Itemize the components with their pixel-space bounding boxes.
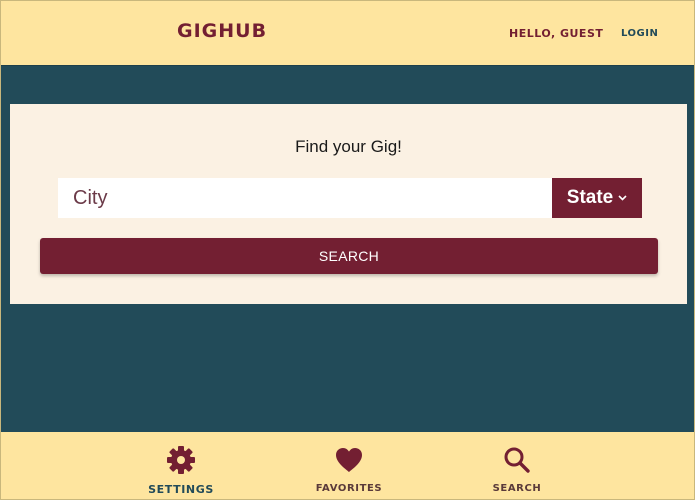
- nav-item-search[interactable]: SEARCH: [475, 432, 559, 499]
- chevron-down-icon: [617, 193, 627, 203]
- bottom-nav: SETTINGS FAVORITES SEARCH: [1, 432, 694, 499]
- user-greeting: HELLO, GUEST: [509, 27, 604, 40]
- search-card-title: Find your Gig!: [295, 137, 402, 156]
- state-select[interactable]: State: [552, 178, 642, 218]
- nav-item-settings[interactable]: SETTINGS: [139, 432, 223, 499]
- gear-icon: [165, 444, 197, 476]
- nav-label-search: SEARCH: [492, 483, 542, 494]
- magnifier-icon: [501, 444, 533, 476]
- nav-label-settings: SETTINGS: [148, 483, 214, 496]
- search-button[interactable]: SEARCH: [40, 238, 658, 274]
- city-input[interactable]: [58, 178, 552, 218]
- nav-item-favorites[interactable]: FAVORITES: [307, 432, 391, 499]
- login-link[interactable]: LOGIN: [621, 28, 658, 39]
- state-select-label: State: [566, 187, 614, 208]
- app-frame: GIGHUB HELLO, GUEST LOGIN Find your Gig!…: [0, 0, 695, 500]
- top-nav: GIGHUB HELLO, GUEST LOGIN: [1, 1, 694, 66]
- brand-logo[interactable]: GIGHUB: [177, 20, 267, 42]
- nav-label-favorites: FAVORITES: [315, 483, 383, 494]
- heart-icon: [333, 444, 365, 476]
- search-card: Find your Gig! State SEARCH: [10, 104, 687, 304]
